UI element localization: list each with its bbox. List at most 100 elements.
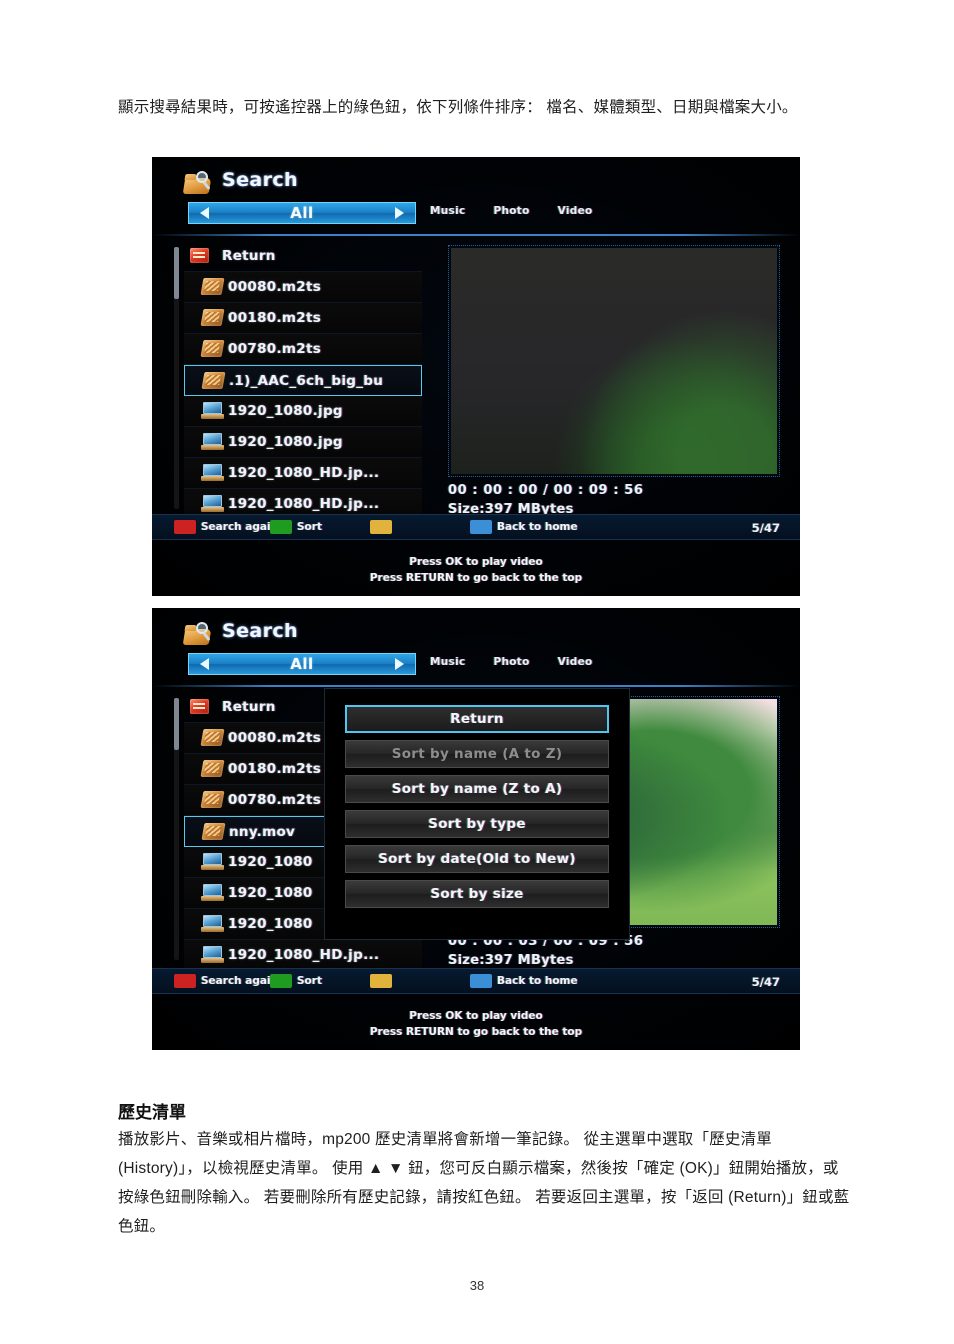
category-selector[interactable]: All [188,653,416,675]
video-file-icon [200,729,226,747]
tab-music[interactable]: Music [430,656,466,668]
search-header-2: Search All Music Photo Video [152,608,800,687]
table-row[interactable]: 1920_1080.jpg [184,396,422,427]
green-button[interactable]: Sort [270,974,322,988]
photo-file-icon [200,915,226,933]
tab-video[interactable]: Video [558,205,593,217]
sort-item-label: Sort by name (Z to A) [391,781,563,797]
list-item-label: 1920_1080_HD.jp... [228,947,380,963]
category-selector[interactable]: All [188,202,416,224]
color-button-bar-1: Search again Sort Back to home 5/47 [152,514,800,540]
list-item-return[interactable]: Return [184,241,422,272]
tab-music[interactable]: Music [430,205,466,217]
photo-file-icon [200,853,226,871]
history-paragraph: 播放影片、音樂或相片檔時，mp200 歷史清單將會新增一筆記錄。 從主選單中選取… [118,1131,850,1235]
sort-item-label: Sort by size [430,886,524,902]
return-icon [188,698,214,716]
list-item-label: 00780.m2ts [228,341,322,357]
arrow-left-icon[interactable] [200,207,209,219]
search-screen-screenshot-1: Search All Music Photo Video Return 0008… [152,157,800,596]
list-item-label: 1920_1080 [228,916,313,932]
sort-dialog: Return Sort by name (A to Z) Sort by nam… [324,688,630,940]
scrollbar-thumb[interactable] [174,698,179,750]
category-selected-label: All [290,204,314,222]
table-row-selected[interactable]: .1)_AAC_6ch_big_bu [184,365,422,396]
sort-menu-item-size[interactable]: Sort by size [345,880,609,908]
tab-video[interactable]: Video [558,656,593,668]
yellow-swatch-icon [370,974,392,988]
preview-pane-1 [448,245,780,477]
table-row[interactable]: 00180.m2ts [184,303,422,334]
video-file-icon [200,278,226,296]
sort-item-label: Return [450,711,504,727]
blue-button[interactable]: Back to home [470,974,578,988]
green-swatch-icon [270,974,292,988]
video-file-icon [200,760,226,778]
scrollbar-thumb[interactable] [174,247,179,299]
file-list-1: Return 00080.m2ts 00180.m2ts 00780.m2ts … [174,241,422,520]
red-button-label: Search again [201,975,279,987]
video-file-icon [201,371,227,390]
list-item-label: 1920_1080.jpg [228,434,343,450]
blue-button-label: Back to home [497,975,578,987]
list-item-label: 1920_1080 [228,854,313,870]
arrow-left-icon[interactable] [200,658,209,670]
arrow-right-icon[interactable] [395,658,404,670]
item-counter: 5/47 [751,521,780,535]
sort-menu-item-name-az[interactable]: Sort by name (A to Z) [345,740,609,768]
photo-file-icon [200,884,226,902]
video-file-icon [200,791,226,809]
list-item-label: 1920_1080_HD.jp... [228,496,380,512]
sort-menu-item-return[interactable]: Return [345,705,609,733]
playback-time: 00 : 00 : 00 / 00 : 09 : 56 [448,483,644,498]
list-item-label: 00780.m2ts [228,792,322,808]
intro-paragraph: 顯示搜尋結果時，可按遙控器上的綠色鈕，依下列條件排序： 檔名、媒體類型、日期與檔… [118,99,798,116]
tab-photo[interactable]: Photo [494,656,530,668]
green-swatch-icon [270,520,292,534]
list-item-label: 1920_1080_HD.jp... [228,465,380,481]
file-size: Size:397 MBytes [448,953,574,968]
list-item-label: Return [222,248,276,264]
yellow-button[interactable] [370,974,397,988]
photo-file-icon [200,495,226,513]
video-thumbnail [451,248,777,474]
table-row[interactable]: 00080.m2ts [184,272,422,303]
table-row[interactable]: 1920_1080_HD.jp... [184,940,422,971]
photo-file-icon [200,433,226,451]
sort-item-label: Sort by name (A to Z) [391,746,563,762]
video-file-icon [200,340,226,358]
table-row[interactable]: 00780.m2ts [184,334,422,365]
yellow-swatch-icon [370,520,392,534]
table-row[interactable]: 1920_1080.jpg [184,427,422,458]
sort-item-label: Sort by type [428,816,526,832]
arrow-right-icon[interactable] [395,207,404,219]
page-title: Search [222,169,298,191]
list-item-label: Return [222,699,276,715]
list-item-label: 00180.m2ts [228,310,322,326]
category-tabs: Music Photo Video [430,205,593,217]
page-title: Search [222,620,298,642]
table-row[interactable]: 1920_1080_HD.jp... [184,458,422,489]
red-swatch-icon [174,520,196,534]
blue-button[interactable]: Back to home [470,520,578,534]
sort-menu-item-type[interactable]: Sort by type [345,810,609,838]
photo-file-icon [200,946,226,964]
category-selected-label: All [290,655,314,673]
yellow-button[interactable] [370,520,397,534]
item-counter: 5/47 [751,975,780,989]
hint-line-return: Press RETURN to go back to the top [369,1026,583,1038]
green-button[interactable]: Sort [270,520,322,534]
red-button[interactable]: Search again [174,520,278,534]
red-button[interactable]: Search again [174,974,278,988]
folder-search-icon [182,622,214,646]
list-item-label: 1920_1080 [228,885,313,901]
tab-photo[interactable]: Photo [494,205,530,217]
sort-menu-item-name-za[interactable]: Sort by name (Z to A) [345,775,609,803]
photo-file-icon [200,402,226,420]
hint-line-ok: Press OK to play video [409,556,543,568]
header-divider [152,685,800,687]
list-item-label: .1)_AAC_6ch_big_bu [229,372,384,389]
section-heading-history: 歷史清單 [118,1103,186,1122]
category-tabs: Music Photo Video [430,656,593,668]
sort-menu-item-date[interactable]: Sort by date(Old to New) [345,845,609,873]
